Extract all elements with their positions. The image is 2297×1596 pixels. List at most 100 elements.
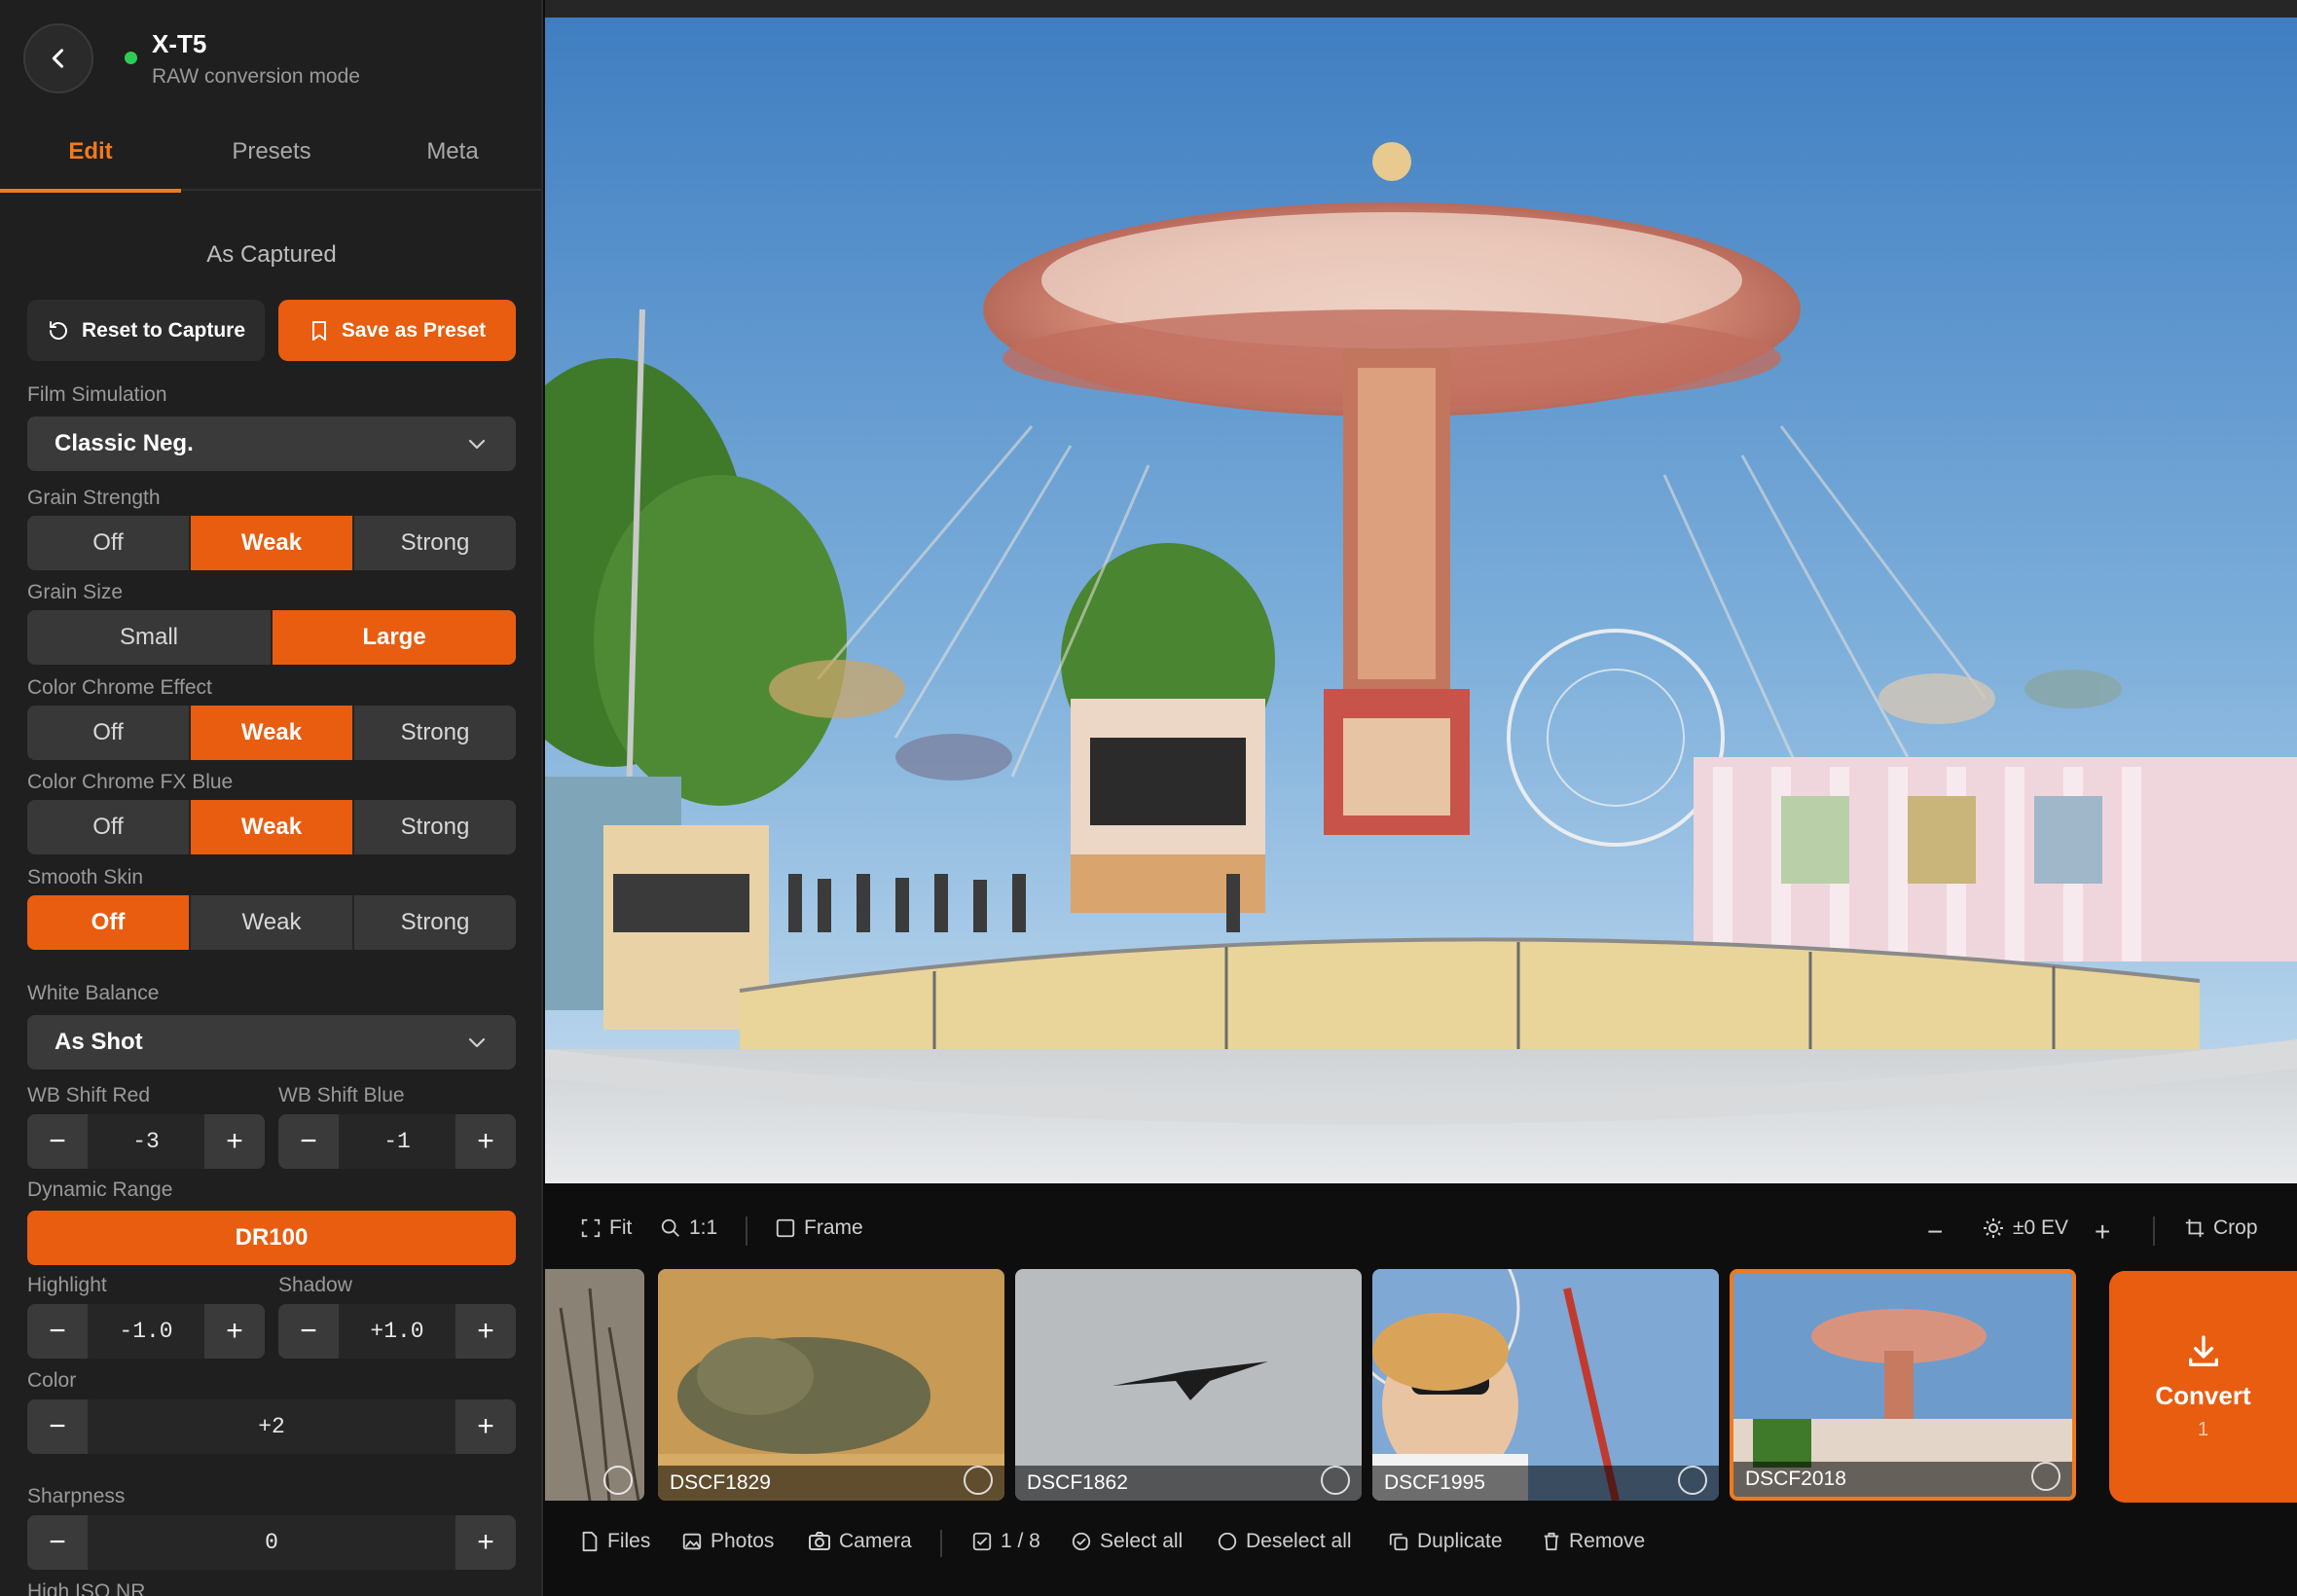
deselect-all-button[interactable]: Deselect all — [1217, 1530, 1352, 1553]
filmstrip-thumb[interactable]: DSCF1862 — [1015, 1269, 1362, 1501]
grain-strength-weak[interactable]: Weak — [191, 516, 354, 570]
smooth-skin-strong[interactable]: Strong — [354, 895, 516, 950]
fit-button[interactable]: Fit — [580, 1216, 632, 1240]
exposure-value: ±0 EV — [2013, 1216, 2069, 1239]
wb-shift-blue-value: -1 — [383, 1129, 411, 1154]
duplicate-icon — [1389, 1533, 1408, 1551]
white-balance-value: As Shot — [55, 1029, 143, 1055]
filmstrip: DSCF1829 DSCF1862 DSCF1995 DSCF2018 — [545, 1269, 2102, 1505]
zoom-1-1-button[interactable]: 1:1 — [660, 1216, 717, 1240]
sharpness-increment[interactable]: + — [456, 1515, 516, 1570]
deselect-all-label: Deselect all — [1246, 1530, 1352, 1552]
tab-edit[interactable]: Edit — [0, 121, 181, 193]
shadow-increment[interactable]: + — [456, 1304, 516, 1359]
filmstrip-thumb[interactable]: DSCF1829 — [658, 1269, 1004, 1501]
select-all-button[interactable]: Select all — [1071, 1530, 1183, 1553]
white-balance-select[interactable]: As Shot — [27, 1015, 516, 1070]
filmstrip-thumb[interactable] — [545, 1269, 644, 1501]
bookmark-icon — [311, 320, 326, 341]
dynamic-range-button[interactable]: DR100 — [27, 1211, 516, 1265]
remove-button[interactable]: Remove — [1542, 1530, 1645, 1553]
download-icon — [2188, 1335, 2218, 1366]
color-chrome-blue-strong[interactable]: Strong — [354, 800, 516, 854]
smooth-skin-segmented: Off Weak Strong — [27, 895, 516, 950]
smooth-skin-off[interactable]: Off — [27, 895, 191, 950]
save-as-preset-button[interactable]: Save as Preset — [278, 300, 516, 361]
circle-icon — [1218, 1532, 1237, 1551]
select-checkbox[interactable] — [603, 1466, 633, 1495]
duplicate-button[interactable]: Duplicate — [1388, 1530, 1503, 1553]
exposure-increase-button[interactable]: + — [2095, 1216, 2110, 1248]
color-chrome-blue-off[interactable]: Off — [27, 800, 191, 854]
tab-meta[interactable]: Meta — [362, 121, 541, 189]
frame-toggle[interactable]: Frame — [775, 1216, 863, 1240]
preview-top-strip — [545, 0, 2297, 18]
bottom-bar: Files Photos Camera 1 / 8 Select all Des… — [545, 1514, 2297, 1573]
select-checkbox[interactable] — [1321, 1466, 1350, 1495]
crop-button[interactable]: Crop — [2184, 1216, 2258, 1240]
camera-name: X-T5 — [152, 29, 207, 58]
highlight-value: -1.0 — [119, 1319, 173, 1344]
film-simulation-select[interactable]: Classic Neg. — [27, 417, 516, 471]
photo-preview[interactable] — [545, 18, 2297, 1183]
color-chrome-weak[interactable]: Weak — [191, 706, 354, 760]
preview-toolbar: Fit 1:1 Frame − ±0 EV + Crop — [545, 1203, 2297, 1259]
checkbox-icon — [972, 1532, 992, 1551]
wb-shift-red-increment[interactable]: + — [204, 1114, 265, 1169]
camera-button[interactable]: Camera — [808, 1530, 912, 1553]
photos-button[interactable]: Photos — [681, 1530, 774, 1553]
thumbnail-image — [545, 1269, 644, 1501]
wb-shift-red-stepper: − -3 + — [27, 1114, 265, 1169]
bottom-divider — [940, 1530, 942, 1557]
color-decrement[interactable]: − — [27, 1399, 88, 1454]
exposure-decrease-button[interactable]: − — [1927, 1216, 1943, 1248]
select-checkbox[interactable] — [2031, 1462, 2060, 1491]
zoom-label: 1:1 — [689, 1216, 718, 1239]
shadow-decrement[interactable]: − — [278, 1304, 339, 1359]
chevron-down-icon — [468, 1037, 486, 1048]
color-chrome-blue-weak[interactable]: Weak — [191, 800, 354, 854]
filmstrip-thumb-selected[interactable]: DSCF2018 — [1730, 1269, 2076, 1501]
back-button[interactable] — [23, 23, 93, 93]
color-chrome-strong[interactable]: Strong — [354, 706, 516, 760]
select-checkbox[interactable] — [964, 1466, 993, 1495]
smooth-skin-label: Smooth Skin — [27, 866, 144, 889]
shadow-label: Shadow — [278, 1274, 352, 1296]
fit-screen-icon — [581, 1218, 601, 1238]
convert-button[interactable]: Convert 1 — [2109, 1271, 2297, 1503]
smooth-skin-weak[interactable]: Weak — [191, 895, 354, 950]
wb-shift-blue-increment[interactable]: + — [456, 1114, 516, 1169]
sun-icon — [1984, 1218, 2003, 1238]
highlight-stepper: − -1.0 + — [27, 1304, 265, 1359]
camera-mode: RAW conversion mode — [152, 65, 360, 88]
color-chrome-off[interactable]: Off — [27, 706, 191, 760]
grain-strength-off[interactable]: Off — [27, 516, 191, 570]
dynamic-range-label: Dynamic Range — [27, 1179, 173, 1201]
wb-shift-red-decrement[interactable]: − — [27, 1114, 88, 1169]
grain-strength-strong[interactable]: Strong — [354, 516, 516, 570]
wb-shift-blue-decrement[interactable]: − — [278, 1114, 339, 1169]
exposure-readout: ±0 EV — [1982, 1216, 2068, 1240]
grain-size-label: Grain Size — [27, 581, 124, 603]
files-button[interactable]: Files — [580, 1530, 650, 1553]
grain-size-small[interactable]: Small — [27, 610, 273, 665]
shadow-stepper: − +1.0 + — [278, 1304, 516, 1359]
highlight-decrement[interactable]: − — [27, 1304, 88, 1359]
highlight-label: Highlight — [27, 1274, 107, 1296]
highlight-increment[interactable]: + — [204, 1304, 265, 1359]
grain-strength-label: Grain Strength — [27, 487, 161, 509]
shadow-value: +1.0 — [370, 1319, 424, 1344]
sharpness-decrement[interactable]: − — [27, 1515, 88, 1570]
tab-presets[interactable]: Presets — [181, 121, 362, 189]
selection-count: 1 / 8 — [971, 1530, 1040, 1553]
reset-to-capture-button[interactable]: Reset to Capture — [27, 300, 265, 361]
select-checkbox[interactable] — [1678, 1466, 1707, 1495]
photos-label: Photos — [711, 1530, 775, 1552]
carousel-photo — [545, 18, 2297, 1183]
edit-sidebar: X-T5 RAW conversion mode Edit Presets Me… — [0, 0, 543, 1596]
color-stepper: − +2 + — [27, 1399, 516, 1454]
filmstrip-thumb[interactable]: DSCF1995 — [1372, 1269, 1719, 1501]
grain-size-large[interactable]: Large — [273, 610, 516, 665]
high-iso-nr-label: High ISO NR — [27, 1580, 146, 1596]
color-increment[interactable]: + — [456, 1399, 516, 1454]
